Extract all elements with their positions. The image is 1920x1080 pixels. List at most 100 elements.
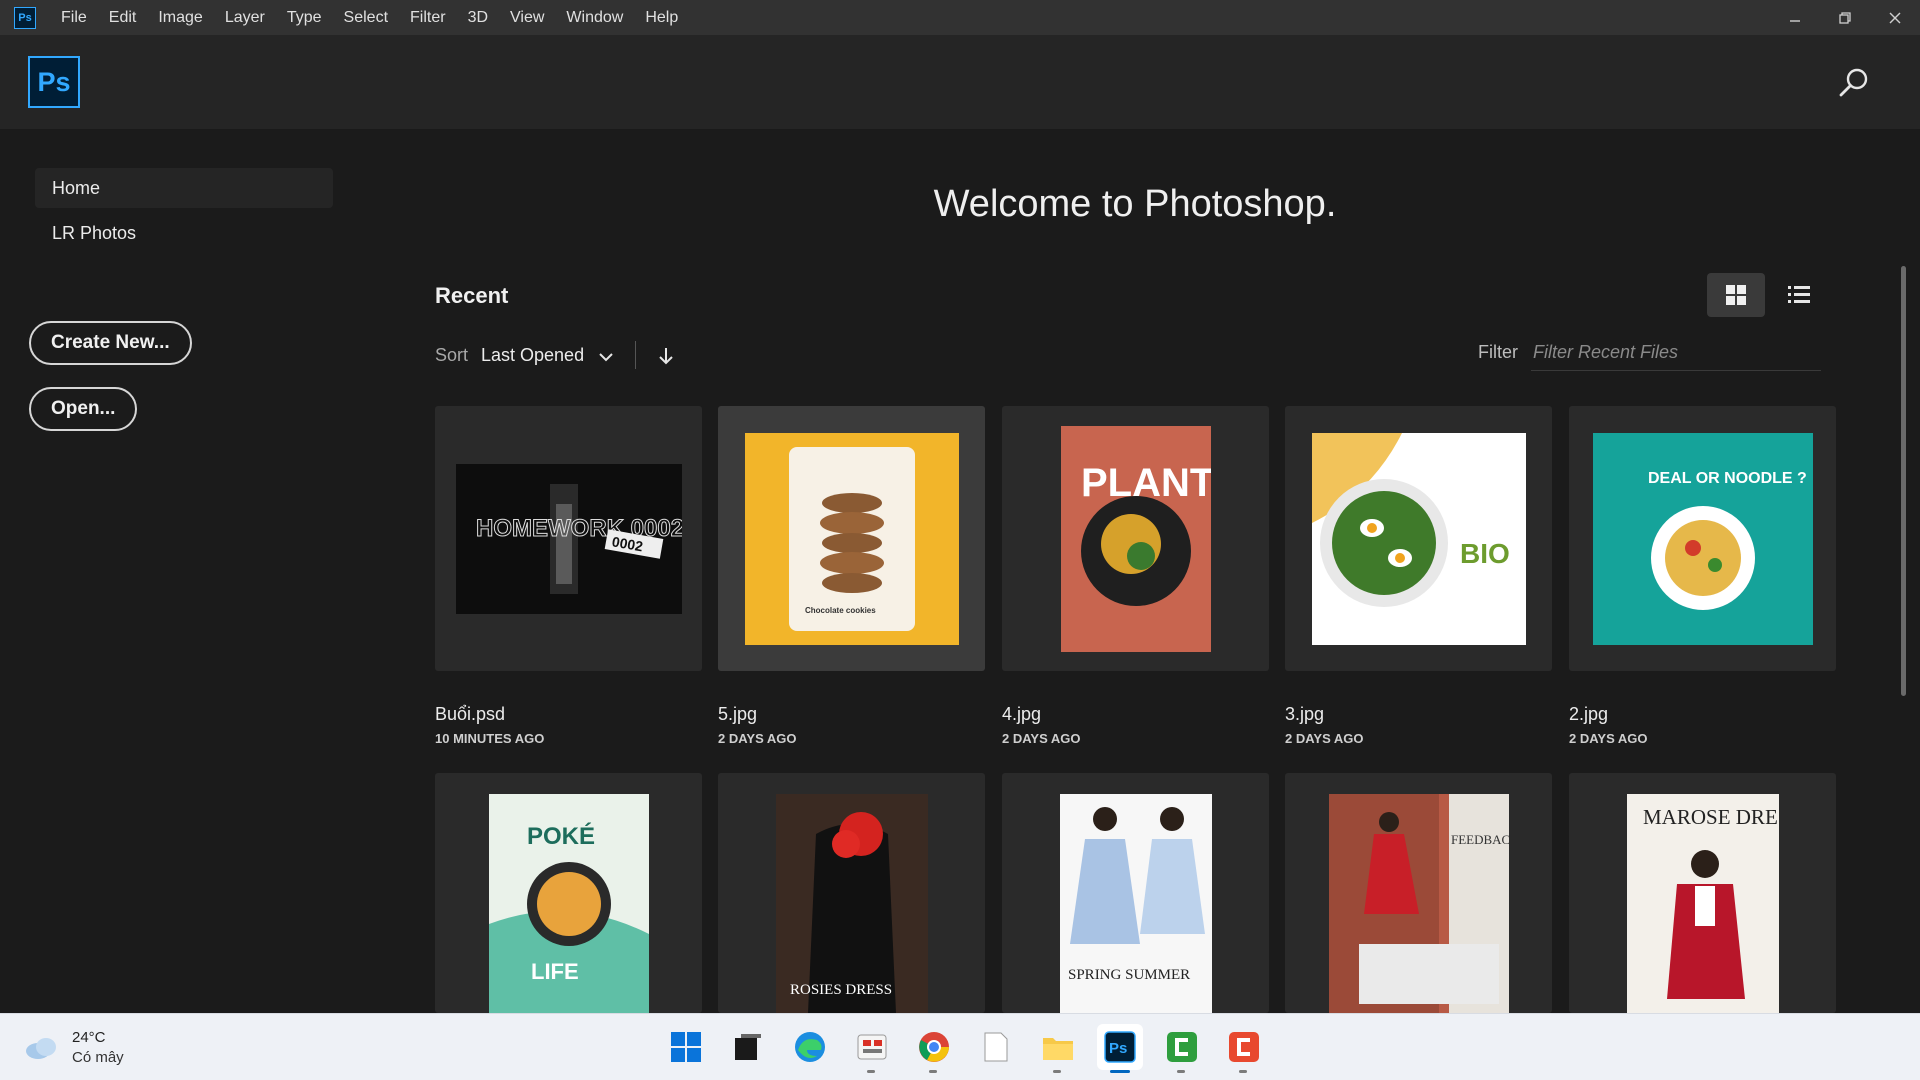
menu-help[interactable]: Help: [634, 0, 689, 35]
camtasia-green-icon: [1167, 1032, 1197, 1062]
task-view-icon: [735, 1034, 761, 1060]
start-button[interactable]: [663, 1024, 709, 1070]
running-indicator: [867, 1070, 875, 1073]
minimize-button[interactable]: [1770, 0, 1820, 35]
running-indicator: [1239, 1070, 1247, 1073]
notepad-button[interactable]: [973, 1024, 1019, 1070]
chevron-down-icon[interactable]: [596, 347, 616, 367]
recent-file-card[interactable]: POKÉ LIFE: [435, 773, 702, 1013]
file-thumbnail[interactable]: ROSIES DRESS: [718, 773, 985, 1013]
chrome-button[interactable]: [911, 1024, 957, 1073]
menu-3d[interactable]: 3D: [457, 0, 499, 35]
file-thumbnail[interactable]: DEAL OR NOODLE ?: [1569, 406, 1836, 671]
weather-widget[interactable]: 24°C Có mây: [24, 1026, 194, 1070]
file-name: 4.jpg: [1002, 704, 1042, 724]
menu-edit[interactable]: Edit: [98, 0, 148, 35]
file-thumbnail[interactable]: SPRING SUMMER: [1002, 773, 1269, 1013]
file-thumbnail[interactable]: Chocolate cookies: [718, 406, 985, 671]
list-view-button[interactable]: [1777, 273, 1821, 317]
photoshop-taskbar-button[interactable]: Ps: [1097, 1024, 1143, 1073]
welcome-title: Welcome to Photoshop.: [933, 183, 1337, 225]
notepad-icon: [984, 1032, 1008, 1062]
noodle-thumb-text: DEAL OR NOODLE ?: [1648, 470, 1807, 487]
recent-file-card[interactable]: SPRING SUMMER: [1002, 773, 1269, 1013]
sort-direction-arrow-down-icon[interactable]: [656, 345, 676, 367]
photoshop-app-icon[interactable]: Ps: [14, 6, 36, 29]
camtasia-recorder-button[interactable]: [1159, 1024, 1205, 1073]
photoshop-logo: Ps: [28, 56, 80, 108]
open-button[interactable]: Open...: [29, 387, 138, 431]
filter-input[interactable]: [1531, 335, 1821, 371]
recent-file-card[interactable]: ROSIES DRESS: [718, 773, 985, 1013]
menu-file[interactable]: File: [50, 0, 98, 35]
plants-thumb-text: PLANTS: [1081, 461, 1211, 505]
recent-file-card[interactable]: PLANTS 4.jpg 2 DAYS AGO: [1002, 406, 1269, 746]
search-button[interactable]: [1836, 65, 1872, 101]
file-name: 2.jpg: [1569, 704, 1609, 724]
running-indicator: [1177, 1070, 1185, 1073]
restore-button[interactable]: [1820, 0, 1870, 35]
spring-summer-thumbnail-image: SPRING SUMMER: [1059, 794, 1212, 1013]
file-name: 5.jpg: [718, 704, 758, 724]
edge-icon: [795, 1032, 825, 1062]
create-new-button[interactable]: Create New...: [29, 321, 192, 365]
noodle-thumbnail-image: DEAL OR NOODLE ?: [1592, 432, 1813, 645]
menu-filter[interactable]: Filter: [399, 0, 457, 35]
recent-file-card[interactable]: BIO 3.jpg 2 DAYS AGO: [1285, 406, 1552, 746]
file-thumbnail[interactable]: PLANTS: [1002, 406, 1269, 671]
window-controls: [1770, 0, 1920, 35]
active-indicator: [1110, 1070, 1130, 1073]
sort-dropdown[interactable]: Last Opened: [481, 345, 584, 366]
file-thumbnail[interactable]: POKÉ LIFE: [435, 773, 702, 1013]
app-icon: [857, 1034, 887, 1060]
menu-image[interactable]: Image: [147, 0, 213, 35]
file-explorer-button[interactable]: [1035, 1024, 1081, 1073]
poke-thumb-text: POKÉ: [527, 822, 595, 850]
recent-file-card[interactable]: DEAL OR NOODLE ? 2.jpg 2 DAYS AGO: [1569, 406, 1836, 746]
menu-select[interactable]: Select: [333, 0, 399, 35]
camtasia-red-icon: [1229, 1032, 1259, 1062]
close-button[interactable]: [1870, 0, 1920, 35]
scrollbar[interactable]: [1901, 266, 1906, 696]
file-thumbnail[interactable]: MAROSE DRESS: [1569, 773, 1836, 1013]
sidebar-item-home[interactable]: Home: [35, 168, 333, 208]
task-view-button[interactable]: [725, 1024, 771, 1070]
recent-file-card[interactable]: MAROSE DRESS: [1569, 773, 1836, 1013]
sidebar-item-lr-photos[interactable]: LR Photos: [35, 213, 333, 253]
bio-thumb-text: BIO: [1460, 538, 1510, 569]
life-thumb-text: LIFE: [531, 959, 579, 984]
camtasia-button[interactable]: [1221, 1024, 1267, 1073]
file-thumbnail[interactable]: BIO: [1285, 406, 1552, 671]
file-name: 3.jpg: [1285, 704, 1325, 724]
file-time: 10 MINUTES AGO: [435, 731, 545, 746]
sort-divider: [635, 341, 636, 369]
close-icon: [1889, 12, 1901, 23]
recent-file-card[interactable]: HOMEWORK 0002 0002 Buổi.psd 10 MINUTES A…: [435, 406, 702, 746]
homework-thumbnail-image: HOMEWORK 0002 0002: [455, 463, 682, 614]
file-name: Buổi.psd: [435, 704, 506, 724]
plants-thumbnail-image: PLANTS: [1060, 425, 1211, 652]
file-thumbnail[interactable]: HOMEWORK 0002 0002: [435, 406, 702, 671]
menu-window[interactable]: Window: [555, 0, 634, 35]
bio-thumbnail-image: BIO: [1311, 432, 1526, 645]
home-header: Ps: [0, 35, 1920, 130]
menu-view[interactable]: View: [499, 0, 555, 35]
photoshop-icon: Ps: [1104, 1031, 1136, 1063]
menu-layer[interactable]: Layer: [214, 0, 276, 35]
recent-file-card[interactable]: FEEDBACK: [1285, 773, 1552, 1013]
cookies-thumbnail-image: Chocolate cookies: [744, 432, 959, 645]
recent-file-card[interactable]: Chocolate cookies 5.jpg 2 DAYS AGO: [718, 406, 985, 746]
app-button[interactable]: [849, 1024, 895, 1073]
cookies-thumb-text: Chocolate cookies: [805, 606, 876, 615]
file-time: 2 DAYS AGO: [718, 731, 797, 746]
running-indicator: [929, 1070, 937, 1073]
menu-type[interactable]: Type: [276, 0, 333, 35]
minimize-icon: [1790, 19, 1800, 22]
search-icon: [1839, 68, 1868, 97]
edge-button[interactable]: [787, 1024, 833, 1070]
grid-view-button[interactable]: [1707, 273, 1765, 317]
file-thumbnail[interactable]: FEEDBACK: [1285, 773, 1552, 1013]
running-indicator: [1053, 1070, 1061, 1073]
sort-label: Sort: [435, 345, 469, 365]
rosies-dress-thumbnail-image: ROSIES DRESS: [775, 794, 928, 1013]
